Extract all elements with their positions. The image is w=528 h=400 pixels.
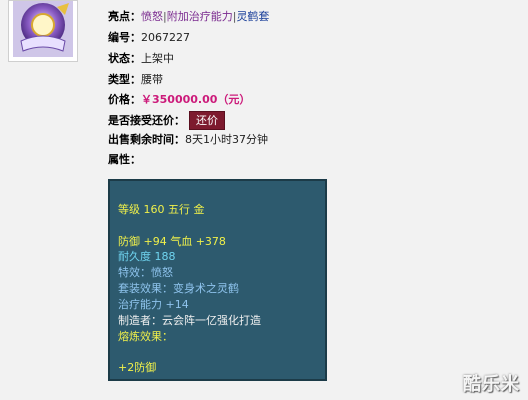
heal-ability-line: 治疗能力 +14: [118, 298, 189, 311]
number-row: 编号：2067227: [108, 30, 190, 46]
remaining-row: 出售剩余时间：8天1小时37分钟: [108, 132, 268, 148]
type-value: 腰带: [141, 73, 163, 86]
defense-line: 防御 +94 气血 +378: [118, 235, 226, 248]
belt-item-icon: [13, 1, 73, 57]
highlights-row: 亮点：愤怒|附加治疗能力|灵鹤套: [108, 10, 270, 23]
type-label: 类型：: [108, 73, 141, 86]
highlights-label: 亮点：: [108, 10, 141, 23]
price-row: 价格：￥350000.00（元）: [108, 92, 250, 108]
maker-line: 制造者：云会阵一亿强化打造: [118, 314, 261, 327]
remaining-value: 8天1小时37分钟: [185, 133, 268, 146]
durability-line: 耐久度 188: [118, 250, 176, 263]
refine-effect-value: +2防御: [118, 361, 157, 374]
watermark-logo: 酷乐米: [463, 374, 520, 395]
bargain-row: 是否接受还价： 还价: [108, 111, 225, 130]
attributes-label: 属性：: [108, 153, 141, 166]
remaining-label: 出售剩余时间：: [108, 133, 185, 146]
status-label: 状态：: [108, 52, 141, 65]
highlight-set-link[interactable]: 灵鹤套: [236, 10, 269, 23]
bargain-label: 是否接受还价：: [108, 114, 185, 127]
status-value: 上架中: [141, 52, 174, 65]
attributes-row: 属性：: [108, 152, 141, 168]
price-value: ￥350000.00（元）: [141, 93, 251, 106]
level-line: 等级 160 五行 金: [118, 203, 205, 216]
special-effect-line: 特效：愤怒: [118, 266, 173, 279]
refine-effect-label: 熔炼效果：: [118, 330, 173, 343]
set-effect-line: 套装效果：变身术之灵鹤: [118, 282, 239, 295]
bargain-button[interactable]: 还价: [189, 111, 225, 130]
status-row: 状态：上架中: [108, 51, 174, 67]
highlight-heal: 附加治疗能力: [166, 10, 233, 23]
number-value: 2067227: [141, 31, 190, 44]
highlight-anger: 愤怒: [141, 10, 163, 23]
type-row: 类型：腰带: [108, 72, 163, 88]
number-label: 编号：: [108, 31, 141, 44]
attribute-panel: 等级 160 五行 金 防御 +94 气血 +378 耐久度 188 特效：愤怒…: [108, 179, 327, 381]
price-label: 价格：: [108, 93, 141, 106]
item-thumbnail-frame[interactable]: [8, 0, 78, 62]
